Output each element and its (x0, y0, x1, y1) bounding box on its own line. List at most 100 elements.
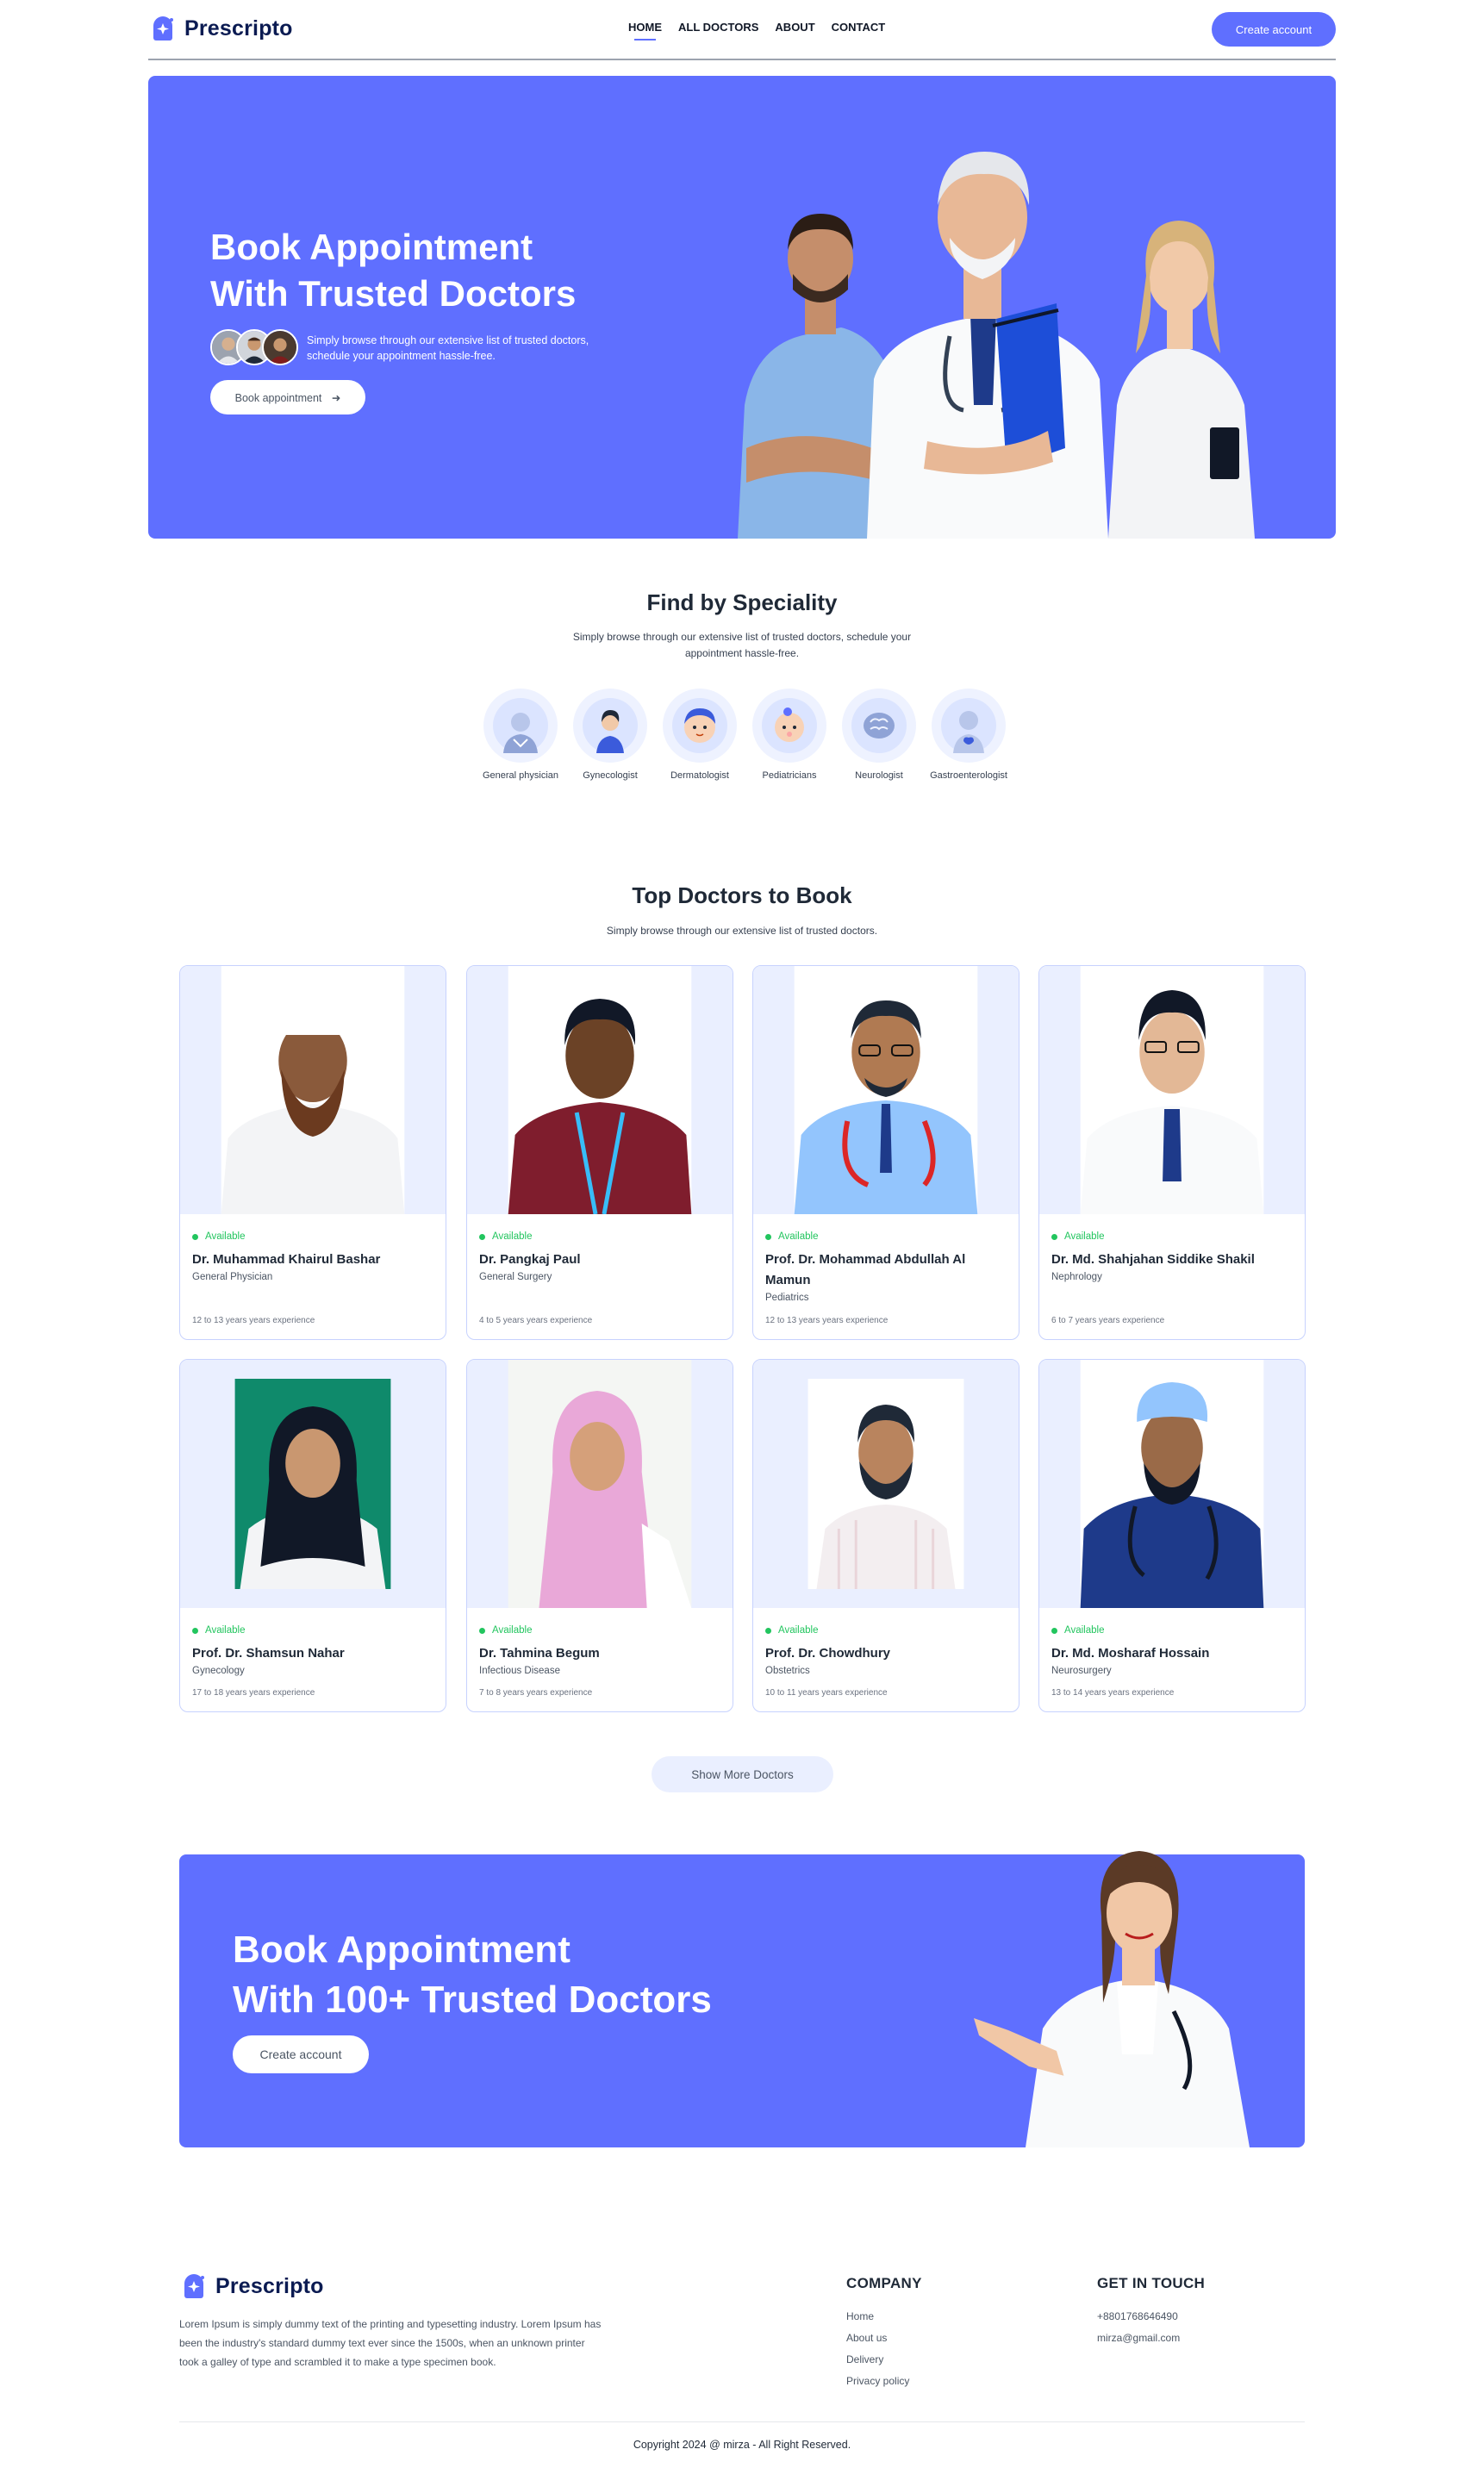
hero-title: Book Appointment With Trusted Doctors (210, 224, 576, 317)
doctor-experience: 13 to 14 years years experience (1051, 1688, 1175, 1698)
doctor-experience: 10 to 11 years years experience (765, 1688, 888, 1698)
doctor-experience: 12 to 13 years years experience (192, 1316, 315, 1325)
doctors-group-illustration (738, 152, 1255, 539)
speciality-label: Gynecologist (583, 770, 638, 781)
availability-status: Available (479, 1625, 720, 1636)
create-account-button[interactable]: Create account (1212, 12, 1336, 47)
speciality-dermatologist[interactable]: Dermatologist (662, 688, 738, 781)
footer-link-delivery[interactable]: Delivery (846, 2353, 883, 2365)
doctor-photo (467, 1360, 733, 1608)
footer-brand-name: Prescripto (215, 2273, 324, 2298)
doctor-card[interactable]: Available Dr. Md. Mosharaf Hossain Neuro… (1038, 1359, 1306, 1712)
banner-title-line1: Book Appointment (233, 1929, 571, 1971)
status-dot-icon (765, 1627, 771, 1634)
hero-avatar-group (210, 329, 298, 365)
pediatricians-icon (752, 689, 826, 763)
speciality-pediatricians[interactable]: Pediatricians (751, 688, 827, 781)
hero-title-line1: Book Appointment (210, 227, 533, 267)
show-more-doctors-button[interactable]: Show More Doctors (652, 1756, 833, 1792)
banner-title-line2: With 100+ Trusted Doctors (233, 1979, 712, 2021)
speciality-general-physician[interactable]: General physician (483, 688, 558, 781)
top-doctors-title: Top Doctors to Book (632, 882, 852, 908)
doctor-photo (753, 1360, 1019, 1608)
speciality-label: Dermatologist (670, 770, 729, 781)
top-doctors-subtitle: Simply browse through our extensive list… (606, 925, 878, 937)
nav-contact[interactable]: CONTACT (832, 21, 886, 41)
status-dot-icon (192, 1627, 198, 1634)
status-label: Available (492, 1231, 533, 1242)
main-nav: HOME ALL DOCTORS ABOUT CONTACT (628, 21, 885, 41)
doctor-name: Prof. Dr. Shamsun Nahar (192, 1646, 345, 1661)
doctor-info: Available Dr. Tahmina Begum Infectious D… (467, 1612, 733, 1676)
doctor-name: Dr. Pangkaj Paul (479, 1252, 581, 1267)
footer-brand-logo[interactable]: Prescripto (179, 2272, 324, 2301)
doctor-info: Available Dr. Pangkaj Paul General Surge… (467, 1218, 733, 1282)
footer-email: mirza@gmail.com (1097, 2332, 1181, 2344)
footer-divider (179, 2421, 1305, 2422)
nav-about[interactable]: ABOUT (775, 21, 814, 41)
nav-all-doctors[interactable]: ALL DOCTORS (678, 21, 758, 41)
doctor-card[interactable]: Available Prof. Dr. Chowdhury Obstetrics… (752, 1359, 1019, 1712)
doctor-info: Available Prof. Dr. Mohammad Abdullah Al… (753, 1218, 1019, 1303)
footer-contact-title: GET IN TOUCH (1097, 2275, 1206, 2291)
status-dot-icon (765, 1233, 771, 1240)
doctor-info: Available Dr. Muhammad Khairul Bashar Ge… (180, 1218, 446, 1282)
doctor-name: Prof. Dr. Mohammad Abdullah Al Mamun (765, 1252, 966, 1287)
availability-status: Available (192, 1231, 433, 1242)
arrow-right-icon: ➜ (331, 391, 341, 404)
brand-logo[interactable]: Prescripto (148, 14, 293, 43)
doctor-card[interactable]: Available Prof. Dr. Mohammad Abdullah Al… (752, 965, 1019, 1340)
doctor-photo (1039, 1360, 1305, 1608)
doctor-speciality: Neurosurgery (1051, 1666, 1112, 1676)
speciality-gynecologist[interactable]: Gynecologist (572, 688, 648, 781)
footer-link-about-us[interactable]: About us (846, 2332, 887, 2344)
footer-contact-list: +8801768646490 mirza@gmail.com (1097, 2306, 1205, 2349)
availability-status: Available (192, 1625, 433, 1636)
book-appointment-label: Book appointment (234, 391, 322, 404)
status-dot-icon (479, 1627, 485, 1634)
copyright-text: Copyright 2024 @ mirza - All Right Reser… (633, 2439, 851, 2451)
nav-home[interactable]: HOME (628, 21, 662, 41)
status-label: Available (205, 1231, 246, 1242)
avatar (262, 329, 298, 365)
doctor-photo (1039, 966, 1305, 1214)
speciality-gastroenterologist[interactable]: Gastroenterologist (930, 688, 1007, 781)
banner-create-account-button[interactable]: Create account (233, 2035, 369, 2073)
doctor-speciality: Infectious Disease (479, 1666, 560, 1676)
doctor-card[interactable]: Available Dr. Pangkaj Paul General Surge… (466, 965, 733, 1340)
book-appointment-button[interactable]: Book appointment ➜ (210, 380, 365, 414)
doctor-experience: 6 to 7 years years experience (1051, 1316, 1165, 1325)
neurologist-icon (842, 689, 916, 763)
doctor-name: Prof. Dr. Chowdhury (765, 1646, 891, 1661)
doctor-speciality: Gynecology (192, 1666, 245, 1676)
status-label: Available (778, 1231, 819, 1242)
footer-link-home[interactable]: Home (846, 2310, 874, 2322)
hero-title-line2: With Trusted Doctors (210, 273, 577, 314)
logo-icon (184, 2274, 204, 2298)
hero-subtitle: Simply browse through our extensive list… (307, 334, 589, 362)
speciality-neurologist[interactable]: Neurologist (841, 688, 917, 781)
footer-link-privacy-policy[interactable]: Privacy policy (846, 2375, 909, 2387)
doctor-experience: 7 to 8 years years experience (479, 1688, 593, 1698)
footer-company-column: COMPANY Home About us Delivery Privacy p… (846, 2275, 922, 2392)
doctor-name: Dr. Md. Mosharaf Hossain (1051, 1646, 1210, 1661)
status-dot-icon (1051, 1233, 1057, 1240)
availability-status: Available (479, 1231, 720, 1242)
doctor-card[interactable]: Available Dr. Muhammad Khairul Bashar Ge… (179, 965, 446, 1340)
doctor-info: Available Prof. Dr. Chowdhury Obstetrics (753, 1612, 1019, 1676)
doctor-card[interactable]: Available Dr. Tahmina Begum Infectious D… (466, 1359, 733, 1712)
doctor-card[interactable]: Available Prof. Dr. Shamsun Nahar Gyneco… (179, 1359, 446, 1712)
doctor-speciality: Pediatrics (765, 1293, 809, 1303)
banner-title: Book Appointment With 100+ Trusted Docto… (233, 1925, 712, 2025)
footer-contact-column: GET IN TOUCH +8801768646490 mirza@gmail.… (1097, 2275, 1205, 2349)
doctor-speciality: Obstetrics (765, 1666, 810, 1676)
availability-status: Available (765, 1625, 1007, 1636)
speciality-title: Find by Speciality (646, 589, 838, 615)
footer-company-links: Home About us Delivery Privacy policy (846, 2306, 922, 2392)
footer-phone: +8801768646490 (1097, 2310, 1178, 2322)
doctor-card[interactable]: Available Dr. Md. Shahjahan Siddike Shak… (1038, 965, 1306, 1340)
doctor-experience: 4 to 5 years years experience (479, 1316, 593, 1325)
speciality-label: Neurologist (855, 770, 903, 781)
availability-status: Available (765, 1231, 1007, 1242)
doctor-name: Dr. Md. Shahjahan Siddike Shakil (1051, 1252, 1255, 1267)
